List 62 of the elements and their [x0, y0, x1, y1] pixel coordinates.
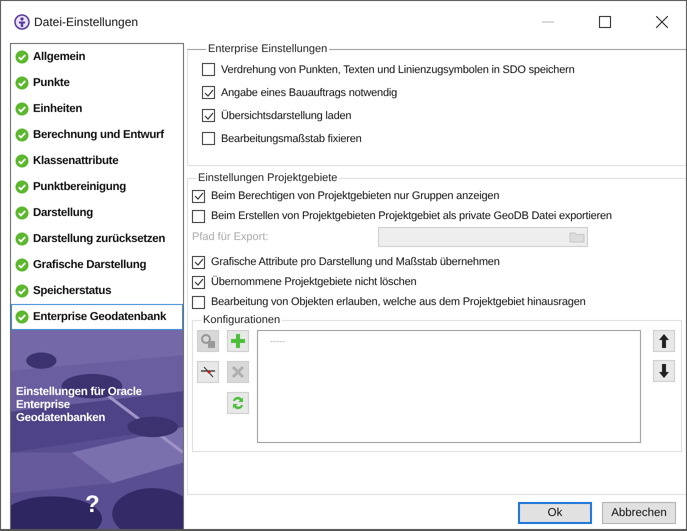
- checkbox-option[interactable]: Übernommene Projektgebiete nicht löschen: [192, 272, 686, 292]
- move-down-button[interactable]: [653, 360, 675, 382]
- checkbox[interactable]: [202, 109, 215, 122]
- check-circle-icon: [15, 206, 29, 220]
- checkbox[interactable]: [192, 276, 205, 288]
- checkbox[interactable]: [202, 86, 215, 99]
- sidebar-item[interactable]: Allgemein: [11, 44, 183, 70]
- group-title: Enterprise Einstellungen: [207, 43, 328, 55]
- move-up-button[interactable]: [653, 330, 675, 352]
- checkbox-option[interactable]: Beim Erstellen von Projektgebieten Projektgebiet als private GeoDB Datei exportieren: [192, 206, 686, 226]
- check-circle-icon: [15, 154, 29, 168]
- path-field[interactable]: [378, 227, 588, 247]
- check-circle-icon: [15, 284, 29, 298]
- checkbox-option[interactable]: Verdrehung von Punkten, Texten und Linienzugsymbolen in SDO speichern: [202, 58, 686, 81]
- refresh-icon: [230, 395, 246, 411]
- sidebar-item[interactable]: Einheiten: [11, 96, 183, 122]
- arrow-down-icon: [658, 363, 670, 379]
- check-circle-icon: [15, 310, 29, 324]
- cancel-button[interactable]: Abbrechen: [602, 502, 676, 524]
- checkbox-option[interactable]: Bearbeitungsmaßstab fixieren: [202, 127, 686, 150]
- checkbox[interactable]: [202, 132, 215, 145]
- app-icon: [14, 14, 30, 30]
- ok-button[interactable]: Ok: [518, 502, 592, 524]
- checkbox[interactable]: [192, 296, 205, 308]
- check-circle-icon: [15, 232, 29, 246]
- checkbox[interactable]: [192, 256, 205, 268]
- checkbox-option[interactable]: Beim Berechtigen von Projektgebieten nur Gruppen anzeigen: [192, 186, 686, 206]
- x-icon: [230, 364, 246, 380]
- sidebar-item[interactable]: Enterprise Geodatenbank: [11, 304, 183, 330]
- sidebar-item[interactable]: Klassenattribute: [11, 148, 183, 174]
- cut-line-button[interactable]: [197, 361, 219, 383]
- field-label: Pfad für Export:: [192, 231, 270, 243]
- sidebar-item[interactable]: Speicherstatus: [11, 278, 183, 304]
- checkbox[interactable]: [192, 190, 205, 202]
- help-button[interactable]: ?: [85, 493, 100, 517]
- sidebar-item[interactable]: Grafische Darstellung: [11, 252, 183, 278]
- checkbox[interactable]: [202, 63, 215, 76]
- cut-line-icon: [200, 364, 216, 380]
- sidebar-item[interactable]: Berechnung und Entwurf: [11, 122, 183, 148]
- sidebar-item[interactable]: Darstellung zurücksetzen: [11, 226, 183, 252]
- check-circle-icon: [15, 128, 29, 142]
- check-circle-icon: [15, 180, 29, 194]
- group-title: Einstellungen Projektgebiete: [197, 172, 338, 184]
- checkbox-option[interactable]: Bearbeitung von Objekten erlauben, welche aus dem Projektgebiet hinausragen: [192, 292, 686, 312]
- checkbox-option[interactable]: Grafische Attribute pro Darstellung und Maßstab übernehmen: [192, 252, 686, 272]
- checkbox-option[interactable]: Übersichtsdarstellung laden: [202, 104, 686, 127]
- sidebar-item[interactable]: Darstellung: [11, 200, 183, 226]
- picture-caption: Einstellungen für Oracle Enterprise Geodatenbanken: [16, 386, 143, 425]
- window-title: Datei-Einstellungen: [34, 15, 138, 29]
- maximize-icon[interactable]: [599, 16, 611, 28]
- plus-icon: [230, 333, 246, 349]
- sidebar-item[interactable]: Punkte: [11, 70, 183, 96]
- arrow-up-icon: [658, 333, 670, 349]
- sidebar-item[interactable]: Punktbereinigung: [11, 174, 183, 200]
- checkbox[interactable]: [192, 210, 205, 222]
- checkbox-option[interactable]: Angabe eines Bauauftrags notwendig: [202, 81, 686, 104]
- check-circle-icon: [15, 102, 29, 116]
- close-icon[interactable]: [656, 16, 668, 28]
- group-title: Konfigurationen: [202, 314, 282, 326]
- check-circle-icon: [15, 76, 29, 90]
- check-circle-icon: [15, 50, 29, 64]
- check-circle-icon: [15, 258, 29, 272]
